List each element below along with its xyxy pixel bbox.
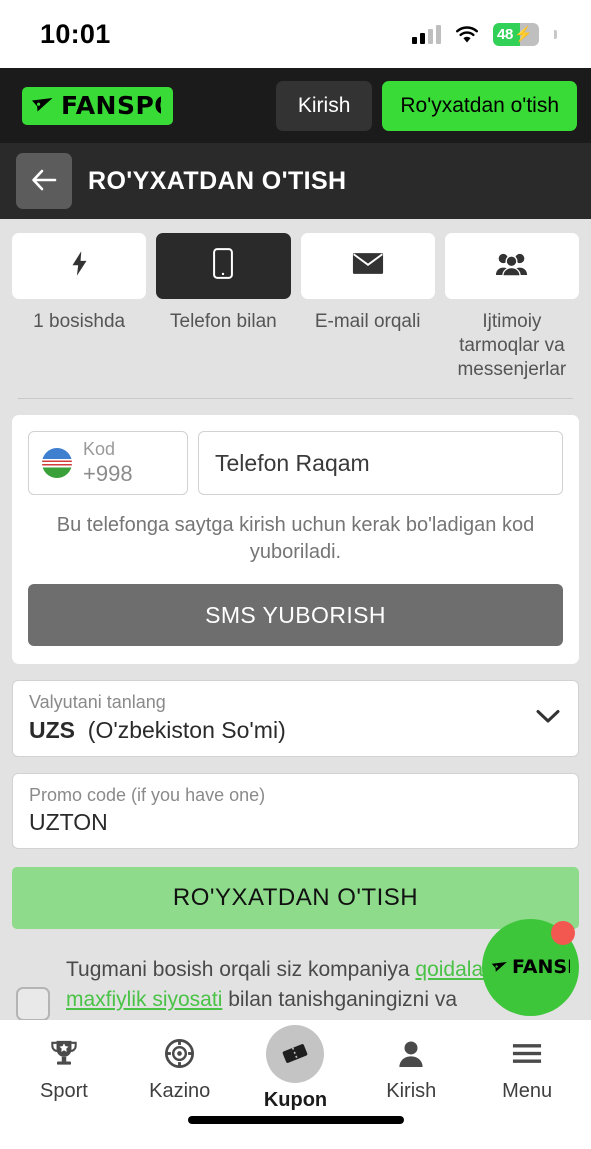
nav-item-menu[interactable]: Menu — [477, 1034, 577, 1103]
fansport-logo[interactable]: FANSPORT — [22, 86, 173, 125]
fab-logo-text: FANSPORT — [512, 958, 570, 977]
casino-chip-icon — [165, 1034, 195, 1074]
nav-label: Kazino — [149, 1079, 211, 1102]
fansport-floating-action-button[interactable]: FANSPORT — [482, 919, 579, 1016]
mobile-screen: 10:01 48 ⚡ FANSPORT Kirish Ro'yx — [0, 0, 591, 1149]
chevron-down-icon — [536, 709, 560, 728]
wifi-icon — [454, 25, 480, 44]
country-code-label: Kod — [83, 439, 116, 460]
currency-value: UZS (O'zbekiston So'mi) — [29, 717, 562, 744]
method-label: Telefon bilan — [170, 311, 277, 332]
page-body: 1 bosishda Telefon bilan E-mail orqali I… — [0, 219, 591, 1020]
privacy-policy-link[interactable]: maxfiylik siyosati — [66, 988, 222, 1011]
method-label: Ijtimoiy tarmoqlar va messenjerlar — [457, 311, 567, 381]
currency-label: Valyutani tanlang — [29, 692, 166, 713]
nav-label: Kirish — [386, 1079, 437, 1102]
register-button-top[interactable]: Ro'yxatdan o'tish — [382, 80, 577, 131]
method-icon-box — [12, 233, 147, 299]
method-label: 1 bosishda — [33, 311, 126, 332]
lightning-bolt-icon — [69, 250, 90, 282]
trophy-icon — [50, 1034, 78, 1074]
battery-tip — [554, 29, 557, 39]
method-icon-box — [300, 233, 435, 299]
promo-code-value: UZTON — [29, 809, 108, 836]
logo-text-wrap: FANSPORT — [61, 93, 161, 119]
uzbekistan-flag-icon — [42, 448, 72, 479]
notification-dot — [551, 921, 575, 945]
nav-item-kirish[interactable]: Kirish — [361, 1034, 461, 1103]
nav-item-sport[interactable]: Sport — [14, 1034, 114, 1103]
bolt-icon: ⚡ — [514, 26, 533, 43]
nav-label: Sport — [39, 1079, 88, 1102]
method-tab-one-click[interactable]: 1 bosishda — [12, 233, 147, 382]
phone-number-input[interactable] — [198, 431, 563, 496]
top-bar-actions: Kirish Ro'yxatdan o'tish — [275, 80, 577, 131]
app-top-bar: FANSPORT Kirish Ro'yxatdan o'tish — [0, 68, 591, 143]
bottom-navigation-bar: Sport Kazino Kupon Kirish Menu — [0, 1020, 591, 1116]
cellular-signal-icon — [412, 24, 441, 44]
status-bar: 10:01 48 ⚡ — [0, 0, 591, 68]
fansport-logo-text: FANSPORT — [61, 92, 161, 119]
home-indicator — [187, 1116, 404, 1124]
method-tab-phone[interactable]: Telefon bilan — [156, 233, 291, 382]
country-code-selector[interactable]: Kod +998 — [28, 431, 188, 496]
submit-register-button[interactable]: RO'YXATDAN O'TISH — [12, 867, 579, 930]
nav-item-kazino[interactable]: Kazino — [130, 1034, 230, 1103]
status-indicators: 48 ⚡ — [412, 22, 557, 46]
currency-code: UZS — [29, 716, 75, 743]
phone-input-row: Kod +998 — [28, 431, 563, 496]
method-label: E-mail orqali — [314, 311, 421, 332]
promo-code-field[interactable]: Promo code (if you have one) UZTON — [12, 772, 579, 850]
country-code-value: +998 — [83, 460, 133, 486]
group-people-icon — [495, 252, 528, 281]
arrow-left-icon — [31, 169, 57, 194]
nav-label: Menu — [502, 1079, 553, 1102]
method-tab-email[interactable]: E-mail orqali — [300, 233, 435, 382]
phone-registration-card: Kod +998 Bu telefonga saytga kirish uchu… — [12, 415, 579, 665]
mobile-phone-icon — [213, 248, 234, 284]
hamburger-menu-icon — [512, 1034, 542, 1074]
paper-plane-icon — [491, 961, 508, 974]
method-tab-social[interactable]: Ijtimoiy tarmoqlar va messenjerlar — [444, 233, 579, 382]
nav-item-kupon[interactable]: Kupon — [245, 1024, 345, 1112]
promo-code-label: Promo code (if you have one) — [29, 784, 266, 805]
login-button[interactable]: Kirish — [275, 80, 373, 131]
page-header: RO'YXATDAN O'TISH — [0, 143, 591, 219]
country-code-text: Kod +998 — [83, 439, 133, 487]
terms-checkbox[interactable] — [16, 987, 50, 1020]
section-divider — [18, 398, 573, 400]
battery-percent: 48 — [497, 25, 514, 43]
battery-indicator: 48 ⚡ — [493, 22, 539, 46]
nav-label: Kupon — [263, 1088, 328, 1111]
page-title: RO'YXATDAN O'TISH — [88, 166, 347, 195]
terms-text-part1: Tugmani bosish orqali siz kompaniya — [66, 958, 416, 982]
fab-logo-text-wrap: FANSPORT — [512, 958, 570, 977]
person-icon — [398, 1034, 424, 1074]
send-sms-button[interactable]: SMS YUBORISH — [28, 584, 563, 647]
phone-hint-text: Bu telefonga saytga kirish uchun kerak b… — [56, 514, 535, 564]
method-icon-box — [156, 233, 291, 299]
method-icon-box — [444, 233, 579, 299]
registration-method-tabs: 1 bosishda Telefon bilan E-mail orqali I… — [12, 233, 579, 382]
status-time: 10:01 — [40, 18, 111, 49]
currency-select[interactable]: Valyutani tanlang UZS (O'zbekiston So'mi… — [12, 680, 579, 757]
back-button[interactable] — [16, 153, 72, 209]
paper-plane-icon — [31, 97, 54, 114]
home-indicator-area — [0, 1116, 591, 1149]
currency-name: (O'zbekiston So'mi) — [87, 716, 286, 743]
ticket-icon — [266, 1024, 325, 1083]
envelope-icon — [352, 252, 384, 280]
